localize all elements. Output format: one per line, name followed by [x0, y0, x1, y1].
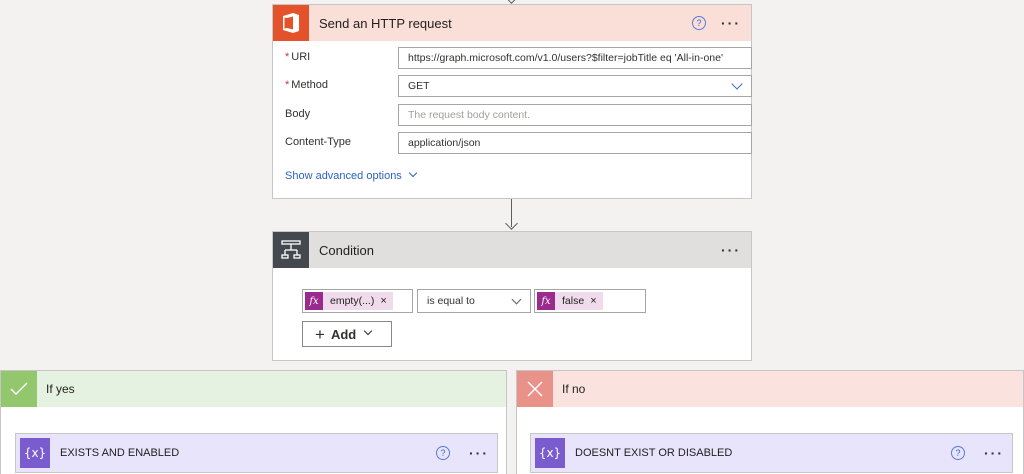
expression-token[interactable]: fx empty(...) ×	[305, 292, 393, 310]
plus-icon: +	[315, 324, 325, 344]
check-icon	[1, 371, 37, 407]
method-value: GET	[408, 80, 430, 92]
condition-header[interactable]: Condition ···	[273, 232, 751, 268]
left-operand-field[interactable]: fx empty(...) ×	[302, 289, 413, 313]
http-request-action-card[interactable]: Send an HTTP request ? ··· * URI https://…	[272, 4, 752, 199]
more-options-icon[interactable]: ···	[721, 243, 741, 257]
chevron-down-icon	[363, 326, 373, 336]
content-type-field-row: Content-Type application/json	[285, 132, 752, 154]
variable-icon: {x}	[535, 438, 565, 468]
method-label: * Method	[285, 79, 328, 91]
cross-icon	[517, 371, 553, 407]
help-icon[interactable]: ?	[692, 16, 706, 30]
uri-field-row: * URI https://graph.microsoft.com/v1.0/us…	[285, 47, 752, 69]
function-icon: fx	[305, 292, 323, 310]
if-yes-title: If yes	[46, 382, 75, 396]
chevron-down-icon	[731, 78, 743, 90]
variable-action-title: EXISTS AND ENABLED	[60, 447, 180, 459]
advanced-options-label: Show advanced options	[285, 170, 402, 182]
add-label: Add	[330, 326, 357, 342]
token-label: false	[562, 295, 585, 307]
chevron-down-icon	[511, 294, 522, 305]
if-no-branch: If no {x} DOESNT EXIST OR DISABLED ? ···	[516, 370, 1024, 474]
svg-text:{x}: {x}	[540, 446, 560, 460]
http-request-title: Send an HTTP request	[319, 15, 452, 31]
variable-action-header[interactable]: {x} DOESNT EXIST OR DISABLED ? ···	[531, 434, 1012, 472]
condition-icon	[273, 232, 309, 268]
variable-icon: {x}	[20, 438, 50, 468]
variable-action-title: DOESNT EXIST OR DISABLED	[575, 447, 733, 459]
variable-action-card[interactable]: {x} DOESNT EXIST OR DISABLED ? ···	[530, 433, 1013, 473]
content-type-input[interactable]: application/json	[398, 132, 752, 154]
http-request-header[interactable]: Send an HTTP request ? ···	[273, 5, 751, 41]
method-select[interactable]: GET	[398, 75, 752, 97]
operator-value: is equal to	[427, 295, 475, 307]
connector-arrow-head	[505, 217, 518, 230]
svg-text:{x}: {x}	[25, 446, 45, 460]
if-no-title: If no	[562, 382, 586, 396]
office-icon	[273, 5, 309, 41]
help-icon[interactable]: ?	[436, 446, 450, 460]
method-field-row: * Method GET	[285, 75, 752, 97]
token-label: empty(...)	[330, 295, 375, 307]
if-no-header[interactable]: If no	[517, 371, 1023, 407]
more-options-icon[interactable]: ···	[469, 446, 489, 460]
body-label: Body	[285, 108, 311, 120]
content-type-label: Content-Type	[285, 136, 352, 148]
chevron-down-icon	[408, 168, 418, 178]
expression-token[interactable]: fx false ×	[537, 292, 603, 310]
variable-action-header[interactable]: {x} EXISTS AND ENABLED ? ···	[16, 434, 497, 472]
condition-action-card[interactable]: Condition ··· fx empty(...) × is equal t…	[272, 231, 752, 361]
add-condition-button[interactable]: + Add	[302, 321, 392, 347]
right-operand-field[interactable]: fx false ×	[534, 289, 646, 313]
uri-input[interactable]: https://graph.microsoft.com/v1.0/users?$…	[398, 47, 752, 69]
uri-label: * URI	[285, 51, 311, 63]
show-advanced-options-link[interactable]: Show advanced options	[285, 168, 418, 182]
remove-token-icon[interactable]: ×	[590, 295, 596, 307]
more-options-icon[interactable]: ···	[721, 16, 741, 30]
body-input[interactable]: The request body content.	[398, 104, 752, 126]
variable-action-card[interactable]: {x} EXISTS AND ENABLED ? ···	[15, 433, 498, 473]
if-yes-header[interactable]: If yes	[1, 371, 506, 407]
operator-select[interactable]: is equal to	[417, 289, 531, 313]
help-icon[interactable]: ?	[951, 446, 965, 460]
more-options-icon[interactable]: ···	[984, 446, 1004, 460]
remove-token-icon[interactable]: ×	[380, 295, 386, 307]
condition-title: Condition	[319, 242, 374, 258]
function-icon: fx	[537, 292, 555, 310]
if-yes-branch: If yes {x} EXISTS AND ENABLED ? ···	[0, 370, 507, 474]
body-field-row: Body The request body content.	[285, 104, 752, 126]
